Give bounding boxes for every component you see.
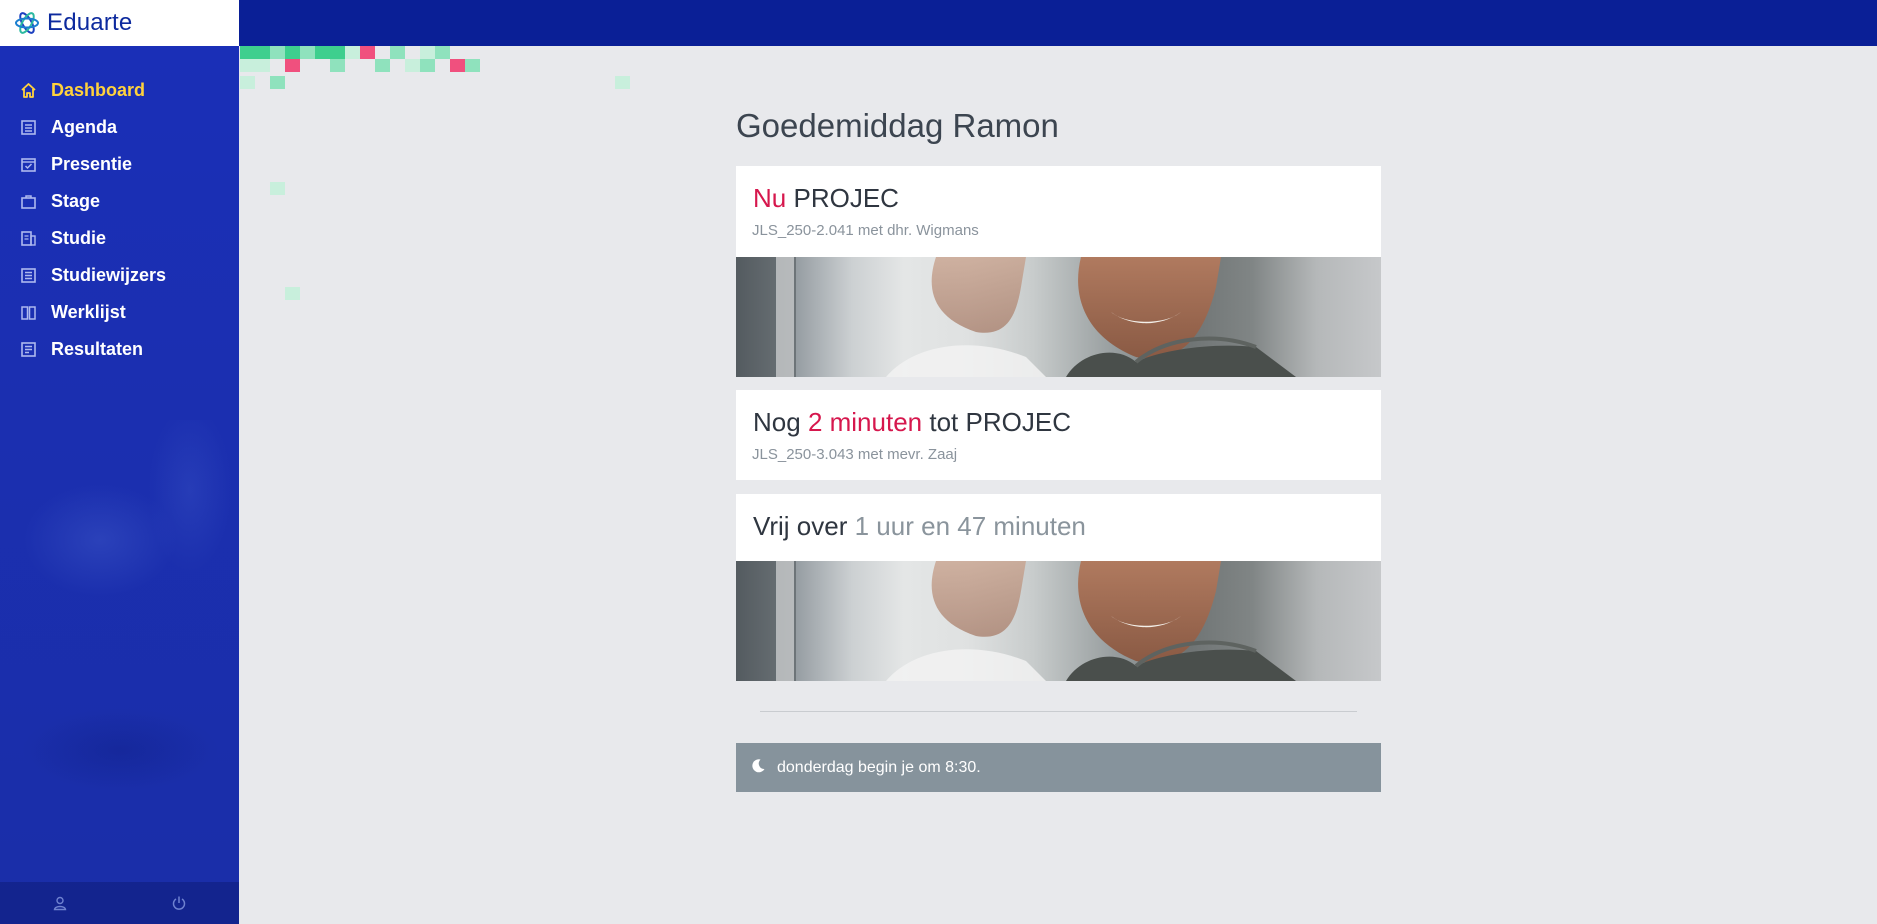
check-calendar-icon [20, 156, 37, 173]
sidebar-item-dashboard[interactable]: Dashboard [0, 72, 239, 109]
time-until-lesson: 2 minuten [807, 407, 923, 437]
sidebar-item-label: Werklijst [51, 302, 126, 322]
lesson-name: PROJEC [793, 183, 899, 213]
sidebar-item-label: Dashboard [51, 80, 146, 100]
sidebar-item-label: Studie [51, 228, 107, 248]
sidebar-item-werklijst[interactable]: Werklijst [0, 294, 239, 331]
sidebar-item-presentie[interactable]: Presentie [0, 146, 239, 183]
top-bar [239, 0, 1877, 46]
tomorrow-notice: donderdag begin je om 8:30. [736, 743, 1381, 792]
user-icon[interactable] [48, 891, 72, 915]
lesson-name: PROJEC [965, 407, 1071, 437]
sidebar-item-label: Presentie [51, 154, 133, 174]
sidebar-item-studiewijzers[interactable]: Studiewijzers [0, 257, 239, 294]
lesson-status: Nu [753, 183, 787, 213]
sidebar: Eduarte Dashboard Agenda Presentie Stage [0, 0, 239, 924]
sidebar-nav: Dashboard Agenda Presentie Stage Studie [0, 72, 239, 368]
sidebar-item-label: Resultaten [51, 339, 144, 359]
moon-icon [750, 758, 766, 778]
page-title: Goedemiddag Ramon [736, 107, 1059, 144]
calendar-icon [20, 119, 37, 136]
free-time-banner-image [736, 561, 1381, 681]
app-name: Eduarte [47, 9, 133, 36]
next-lesson-middle: tot [929, 407, 959, 437]
briefcase-icon [20, 193, 37, 210]
logo-bar[interactable]: Eduarte [0, 0, 239, 46]
list-icon [20, 267, 37, 284]
study-icon [20, 230, 37, 247]
current-lesson-card[interactable]: Nu PROJEC JLS_250-2.041 met dhr. Wigmans [736, 166, 1381, 377]
lesson-details: JLS_250-3.043 met mevr. Zaaj [752, 446, 958, 463]
notice-text: donderdag begin je om 8:30. [777, 758, 981, 776]
home-icon [20, 82, 37, 99]
eduarte-logo-icon [15, 12, 39, 34]
sidebar-background-image [0, 420, 239, 820]
sidebar-footer [0, 882, 239, 924]
sidebar-item-stage[interactable]: Stage [0, 183, 239, 220]
sidebar-item-resultaten[interactable]: Resultaten [0, 331, 239, 368]
sidebar-item-label: Stage [51, 191, 101, 211]
free-time-title: Vrij over 1 uur en 47 minuten [753, 511, 1086, 542]
free-time-lead: Vrij over [753, 511, 848, 541]
free-time-duration: 1 uur en 47 minuten [854, 511, 1086, 541]
sidebar-item-agenda[interactable]: Agenda [0, 109, 239, 146]
next-lesson-title: Nog 2 minuten tot PROJEC [753, 407, 1071, 438]
current-lesson-title: Nu PROJEC [753, 183, 899, 214]
next-lesson-card[interactable]: Nog 2 minuten tot PROJEC JLS_250-3.043 m… [736, 390, 1381, 480]
book-icon [20, 304, 37, 321]
results-icon [20, 341, 37, 358]
sidebar-item-studie[interactable]: Studie [0, 220, 239, 257]
sidebar-item-label: Studiewijzers [51, 265, 167, 285]
free-time-card[interactable]: Vrij over 1 uur en 47 minuten [736, 494, 1381, 681]
sidebar-item-label: Agenda [51, 117, 118, 137]
lesson-details: JLS_250-2.041 met dhr. Wigmans [752, 222, 979, 239]
power-icon[interactable] [167, 891, 191, 915]
next-lesson-lead: Nog [753, 407, 801, 437]
divider [760, 711, 1357, 712]
lesson-banner-image [736, 257, 1381, 377]
